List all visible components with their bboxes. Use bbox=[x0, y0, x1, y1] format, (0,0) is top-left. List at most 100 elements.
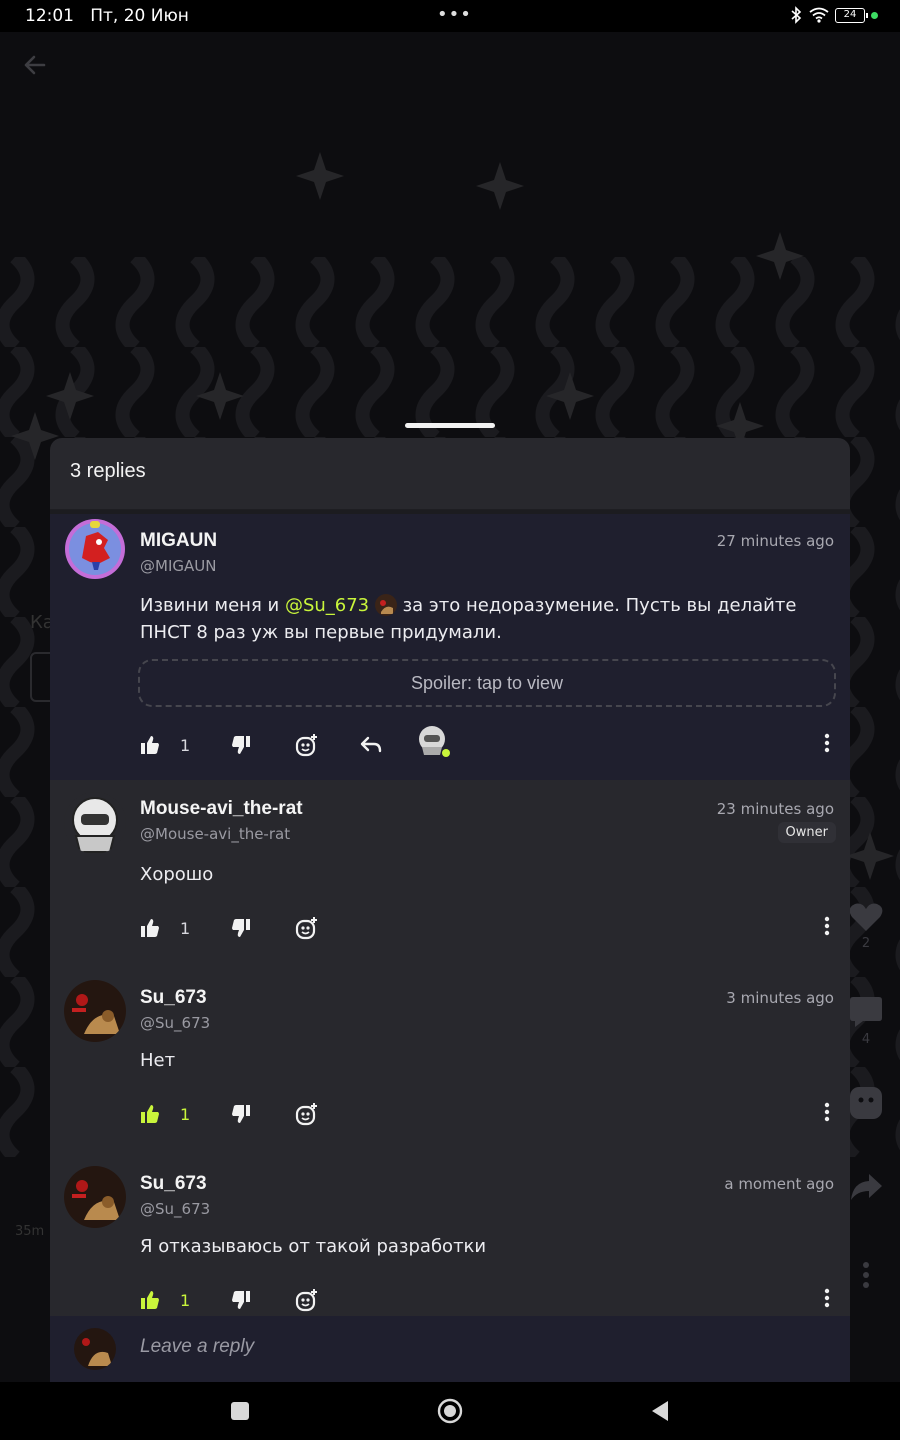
avatar[interactable] bbox=[64, 518, 126, 580]
comment-item: Su_673 @Su_673 3 minutes ago Нет 1 bbox=[50, 966, 850, 1152]
comment-author-name[interactable]: Su_673 bbox=[140, 987, 207, 1009]
status-dot bbox=[871, 11, 878, 19]
comment-actions: 1 bbox=[140, 1099, 834, 1129]
thumbs-down-icon bbox=[232, 1105, 250, 1123]
comment-button[interactable]: 4 bbox=[848, 994, 884, 1047]
share-button[interactable] bbox=[848, 1172, 884, 1206]
comment-timestamp: a moment ago bbox=[724, 1175, 834, 1193]
status-time: 12:01 Пт, 20 Июн bbox=[25, 6, 189, 26]
add-reaction-icon bbox=[295, 1103, 317, 1126]
comment-author-name[interactable]: Su_673 bbox=[140, 1173, 207, 1195]
like-count: 1 bbox=[180, 1290, 191, 1310]
home-circle-icon[interactable] bbox=[437, 1398, 463, 1424]
add-reaction-button[interactable] bbox=[295, 1099, 319, 1129]
wifi-icon bbox=[809, 7, 829, 23]
mention-link[interactable]: @Su_673 bbox=[285, 595, 369, 616]
sticker-icon bbox=[850, 1087, 882, 1119]
heart-count: 2 bbox=[861, 936, 871, 951]
comment-item: MIGAUN @MIGAUN 27 minutes ago Извини мен… bbox=[50, 514, 850, 780]
more-button[interactable] bbox=[848, 1262, 884, 1292]
sheet-drag-handle[interactable] bbox=[405, 423, 495, 428]
thumbs-down-icon bbox=[232, 736, 250, 754]
dislike-button[interactable] bbox=[231, 730, 251, 760]
like-count: 1 bbox=[180, 735, 191, 755]
thumbs-down-icon bbox=[232, 919, 250, 937]
comment-author-name[interactable]: Mouse-avi_the-rat bbox=[140, 798, 303, 820]
status-icons: 24 bbox=[789, 6, 878, 24]
add-reaction-button[interactable] bbox=[295, 730, 319, 760]
comment-icon bbox=[850, 997, 882, 1027]
comment-text: Нет bbox=[140, 1050, 176, 1071]
comment-timestamp: 3 minutes ago bbox=[726, 989, 834, 1007]
like-button[interactable] bbox=[140, 1099, 160, 1129]
add-reaction-button[interactable] bbox=[295, 1285, 319, 1315]
sheet-title: 3 replies bbox=[50, 438, 850, 510]
thumbs-up-icon bbox=[141, 919, 159, 937]
comment-actions: 1 bbox=[140, 1285, 834, 1315]
thumbs-up-icon bbox=[141, 1291, 159, 1309]
add-reaction-icon bbox=[295, 1289, 317, 1312]
comment-text: Извини меня и @Su_673 за это недоразумен… bbox=[140, 594, 797, 643]
back-arrow-icon[interactable] bbox=[22, 52, 48, 78]
more-vertical-icon bbox=[863, 1262, 869, 1288]
sticker-button[interactable] bbox=[848, 1086, 884, 1124]
more-vertical-icon[interactable] bbox=[824, 1288, 830, 1308]
comment-timestamp: 23 minutes ago bbox=[716, 800, 834, 818]
thumbs-up-icon bbox=[141, 1105, 159, 1123]
back-triangle-icon[interactable] bbox=[650, 1400, 670, 1422]
comment-item: Mouse-avi_the-rat @Mouse-avi_the-rat 23 … bbox=[50, 780, 850, 966]
avatar[interactable] bbox=[64, 1166, 126, 1228]
reply-input[interactable]: Leave a reply bbox=[140, 1336, 254, 1358]
reply-button[interactable] bbox=[360, 730, 382, 760]
comment-actions: 1 bbox=[140, 913, 834, 943]
comment-timestamp: 27 minutes ago bbox=[716, 532, 834, 550]
heart-icon bbox=[849, 903, 883, 931]
reaction-avatar[interactable] bbox=[416, 726, 450, 757]
like-count: 1 bbox=[180, 1104, 191, 1124]
dislike-button[interactable] bbox=[231, 1285, 251, 1315]
share-icon bbox=[851, 1174, 882, 1200]
status-bar: 12:01 Пт, 20 Июн ••• 24 bbox=[0, 0, 900, 32]
thumbs-up-icon bbox=[141, 736, 159, 754]
like-button[interactable] bbox=[140, 913, 160, 943]
avatar[interactable] bbox=[64, 792, 126, 854]
replies-sheet: 3 replies MIGAUN @MIGAUN 27 minutes ago … bbox=[50, 438, 850, 1382]
background-time-fragment: 35m bbox=[15, 1224, 45, 1239]
dislike-button[interactable] bbox=[231, 913, 251, 943]
comment-author-handle: @Su_673 bbox=[140, 1014, 211, 1032]
comment-author-name[interactable]: MIGAUN bbox=[140, 530, 217, 552]
add-reaction-icon bbox=[295, 734, 317, 757]
user-reaction-avatar-icon bbox=[419, 726, 450, 757]
heart-button[interactable]: 2 bbox=[848, 902, 884, 951]
comment-author-handle: @Su_673 bbox=[140, 1200, 211, 1218]
current-user-avatar bbox=[74, 1328, 116, 1370]
reply-bar: Leave a reply bbox=[50, 1316, 850, 1382]
add-reaction-button[interactable] bbox=[295, 913, 319, 943]
like-count: 1 bbox=[180, 918, 191, 938]
avatar[interactable] bbox=[64, 980, 126, 1042]
reply-arrow-icon bbox=[360, 736, 382, 753]
comment-item: Su_673 @Su_673 a moment ago Я отказываюс… bbox=[50, 1152, 850, 1338]
more-vertical-icon[interactable] bbox=[824, 916, 830, 936]
owner-badge: Owner bbox=[777, 822, 836, 843]
comment-author-handle: @Mouse-avi_the-rat bbox=[140, 825, 291, 843]
recents-square-icon[interactable] bbox=[231, 1402, 249, 1420]
comment-text: Хорошо bbox=[140, 864, 214, 885]
add-reaction-icon bbox=[295, 917, 317, 940]
more-vertical-icon[interactable] bbox=[824, 733, 830, 753]
bluetooth-icon bbox=[791, 6, 802, 24]
mention-avatar bbox=[374, 594, 397, 616]
like-button[interactable] bbox=[140, 730, 160, 760]
comment-count: 4 bbox=[861, 1032, 871, 1047]
status-more-dots: ••• bbox=[437, 4, 472, 25]
dislike-button[interactable] bbox=[231, 1099, 251, 1129]
battery-icon: 24 bbox=[835, 7, 868, 23]
comment-author-handle: @MIGAUN bbox=[140, 557, 217, 575]
comment-text: Я отказываюсь от такой разработки bbox=[140, 1236, 487, 1257]
spoiler-button[interactable]: Spoiler: tap to view bbox=[138, 659, 836, 707]
thumbs-down-icon bbox=[232, 1291, 250, 1309]
more-vertical-icon[interactable] bbox=[824, 1102, 830, 1122]
like-button[interactable] bbox=[140, 1285, 160, 1315]
comment-actions: 1 bbox=[140, 726, 834, 760]
system-nav-bar bbox=[0, 1382, 900, 1440]
